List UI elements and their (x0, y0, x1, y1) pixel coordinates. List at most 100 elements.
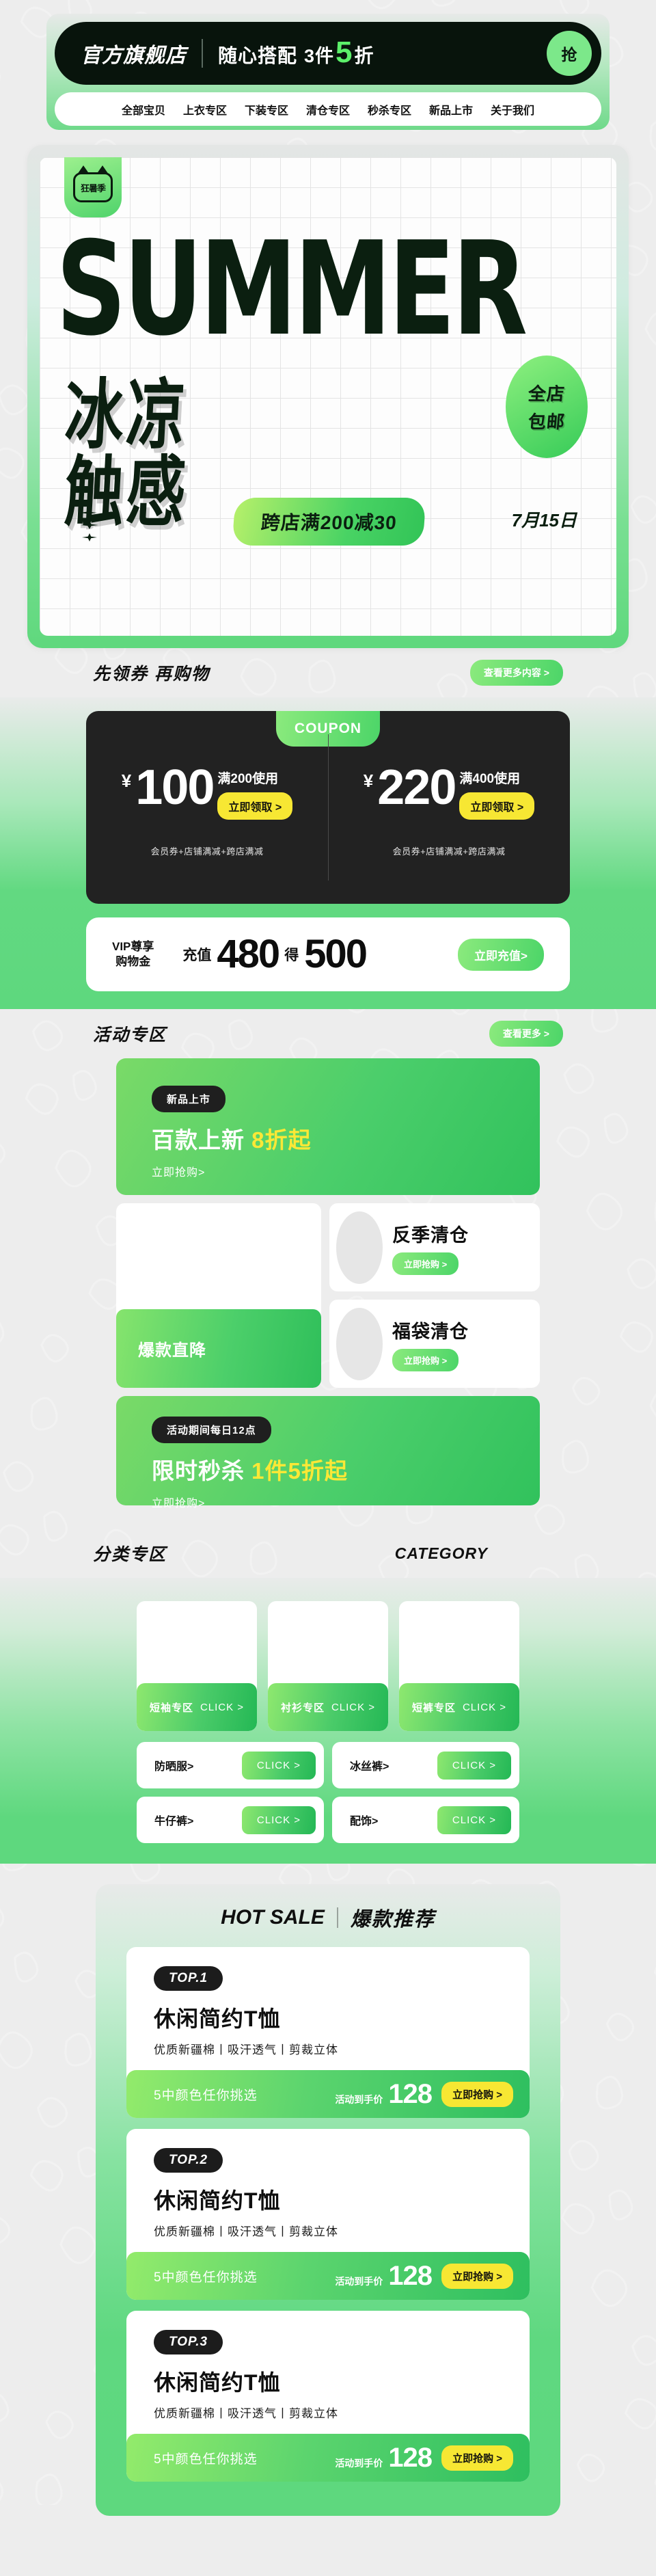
coupon-claim-button[interactable]: 立即领取 > (217, 792, 293, 820)
nav-item-clearance[interactable]: 清仓专区 (306, 101, 350, 118)
sparkle-icon (79, 509, 97, 517)
coupon-more-button[interactable]: 查看更多内容 > (469, 660, 563, 686)
product-buy-button[interactable]: 立即抢购 > (441, 2263, 513, 2289)
off-season-buy-button[interactable]: 立即抢购 > (392, 1252, 459, 1275)
lucky-bag-clearance-card[interactable]: 福袋清仓 立即抢购 > (329, 1300, 540, 1388)
hot-drop-card[interactable]: 爆款直降 (116, 1203, 321, 1388)
nav-item-bottoms[interactable]: 下装专区 (245, 101, 288, 118)
vip-pay-amount: 480 (217, 932, 280, 976)
site-header: 官方旗舰店 随心搭配 3件 5 折 抢 全部宝贝 上衣专区 下装专区 清仓专区 … (46, 14, 610, 130)
category-row-jeans[interactable]: 牛仔裤> CLICK > (137, 1797, 324, 1843)
nav-item-new-arrivals[interactable]: 新品上市 (429, 101, 473, 118)
product-card[interactable]: TOP.3 休闲简约T恤 优质新疆棉丨吸汗透气丨剪裁立体 5中颜色任你挑选 活动… (126, 2311, 530, 2482)
category-row-click-button[interactable]: CLICK > (437, 1806, 511, 1834)
hot-sale-header: HOT SALE 爆款推荐 (96, 1903, 560, 1932)
vip-label-line1: VIP尊享 (112, 939, 154, 953)
vip-label-line2: 购物金 (115, 955, 151, 968)
off-season-clearance-card[interactable]: 反季清仓 立即抢购 > (329, 1203, 540, 1291)
grab-button[interactable]: 抢 (547, 31, 592, 76)
off-season-title: 反季清仓 (392, 1224, 469, 1246)
product-price: 128 (388, 2443, 433, 2473)
hero-banner: 狂暑季 SUMMER 冰凉 触感 全店 包邮 跨店满200减30 7月15日 (27, 145, 629, 648)
nav-item-flash-sale[interactable]: 秒杀专区 (368, 101, 411, 118)
slogan-count: 3件 (304, 45, 335, 66)
free-shipping-line1: 全店 (527, 384, 566, 404)
product-footer: 5中颜色任你挑选 活动到手价 128 立即抢购 > (126, 2434, 530, 2482)
hot-sale-divider (336, 1907, 338, 1928)
new-arrivals-link[interactable]: 立即抢购> (152, 1163, 540, 1179)
product-description: 优质新疆棉丨吸汗透气丨剪裁立体 (154, 2407, 338, 2420)
category-tile-name: 短袖专区 (149, 1702, 193, 1714)
header-bar: 官方旗舰店 随心搭配 3件 5 折 抢 (55, 22, 601, 85)
hero-title-en: SUMMER (56, 214, 528, 365)
vip-label: VIP尊享 购物金 (112, 939, 154, 969)
product-price-group: 活动到手价 128 (335, 2443, 433, 2473)
header-divider (202, 39, 203, 68)
landing-page: 官方旗舰店 随心搭配 3件 5 折 抢 全部宝贝 上衣专区 下装专区 清仓专区 … (0, 0, 656, 2576)
product-buy-button[interactable]: 立即抢购 > (441, 2081, 513, 2107)
coupon-main-row: ¥ 220 满400使用 立即领取 > (364, 760, 535, 820)
coupon-note: 会员券+店铺满减+跨店满减 (150, 846, 264, 857)
category-row-ice-silk-pants[interactable]: 冰丝裤> CLICK > (332, 1742, 519, 1788)
category-tile-click: CLICK > (200, 1701, 245, 1713)
product-name: 休闲简约T恤 (154, 2188, 281, 2213)
season-badge: 狂暑季 (64, 157, 122, 217)
category-tile-click: CLICK > (462, 1701, 507, 1713)
vip-recharge-word: 充值 (182, 948, 212, 963)
product-description: 优质新疆棉丨吸汗透气丨剪裁立体 (154, 2043, 338, 2056)
sparkle-icon (82, 533, 97, 541)
coupon-condition: 满200使用 (217, 772, 279, 786)
vip-get-amount: 500 (304, 932, 368, 976)
category-row-click-button[interactable]: CLICK > (241, 1806, 316, 1834)
category-tile-shorts[interactable]: 短裤专区 CLICK > (399, 1601, 519, 1731)
category-row-accessories[interactable]: 配饰> CLICK > (332, 1797, 519, 1843)
hot-drop-label: 爆款直降 (138, 1341, 206, 1360)
flash-sale-link[interactable]: 立即抢购> (152, 1494, 540, 1510)
product-card[interactable]: TOP.1 休闲简约T恤 优质新疆棉丨吸汗透气丨剪裁立体 5中颜色任你挑选 活动… (126, 1947, 530, 2118)
hero-title-cn-line1: 冰凉 (62, 373, 191, 459)
nav-item-tops[interactable]: 上衣专区 (183, 101, 227, 118)
slogan-unit: 折 (354, 44, 374, 66)
coupon-claim-button[interactable]: 立即领取 > (459, 792, 535, 820)
product-image-placeholder (336, 1211, 383, 1284)
product-footer: 5中颜色任你挑选 活动到手价 128 立即抢购 > (126, 2252, 530, 2300)
category-tile-name: 衬衫专区 (280, 1702, 325, 1714)
category-row-sun-protection[interactable]: 防晒服> CLICK > (137, 1742, 324, 1788)
product-buy-button[interactable]: 立即抢购 > (441, 2445, 513, 2471)
coupon-note: 会员券+店铺满减+跨店满减 (392, 846, 506, 857)
vip-recharge-button[interactable]: 立即充值> (458, 938, 544, 971)
nav-item-all-products[interactable]: 全部宝贝 (122, 101, 165, 118)
category-row-label: 防晒服> (154, 1761, 194, 1773)
category-zone: 短袖专区 CLICK > 衬衫专区 CLICK > 短裤专区 CLICK > 防… (0, 1578, 656, 1864)
product-rank-badge: TOP.1 (154, 1966, 223, 1991)
new-arrivals-chip: 新品上市 (152, 1086, 226, 1112)
product-colors: 5中颜色任你挑选 (154, 2088, 258, 2103)
category-row-label: 配饰> (350, 1816, 379, 1827)
product-description: 优质新疆棉丨吸汗透气丨剪裁立体 (154, 2225, 338, 2238)
category-tile-short-sleeve[interactable]: 短袖专区 CLICK > (137, 1601, 257, 1731)
coupon-item: ¥ 220 满400使用 立即领取 > 会员券+店铺满减+跨店满减 (328, 711, 570, 904)
nav-item-about-us[interactable]: 关于我们 (491, 101, 534, 118)
category-row-click-button[interactable]: CLICK > (437, 1751, 511, 1780)
category-row-label: 冰丝裤> (350, 1761, 390, 1773)
product-card[interactable]: TOP.2 休闲简约T恤 优质新疆棉丨吸汗透气丨剪裁立体 5中颜色任你挑选 活动… (126, 2129, 530, 2300)
coupon-amount: 220 (377, 760, 456, 815)
activity-more-button[interactable]: 查看更多 > (489, 1021, 563, 1047)
product-name: 休闲简约T恤 (154, 2007, 281, 2031)
category-tile-footer: 短裤专区 CLICK > (399, 1683, 519, 1731)
new-arrivals-banner[interactable]: 新品上市 百款上新 8折起 立即抢购> (116, 1058, 540, 1195)
flash-sale-chip: 活动期间每日12点 (152, 1417, 271, 1443)
cat-ears-icon: 狂暑季 (73, 165, 113, 202)
category-tile-footer: 衬衫专区 CLICK > (268, 1683, 388, 1731)
category-section-header: 分类专区 CATEGORY (0, 1529, 656, 1578)
new-arrivals-title-highlight: 8折起 (251, 1127, 312, 1153)
category-row-label: 牛仔裤> (154, 1816, 194, 1827)
hero-promo-pill[interactable]: 跨店满200减30 (232, 498, 426, 546)
category-row-click-button[interactable]: CLICK > (241, 1751, 316, 1780)
coupon-card: COUPON ¥ 100 满200使用 立即领取 > 会员券+店铺满减+跨店满减… (86, 711, 570, 904)
product-image-placeholder (336, 1307, 383, 1380)
category-tile-shirt[interactable]: 衬衫专区 CLICK > (268, 1601, 388, 1731)
lucky-bag-buy-button[interactable]: 立即抢购 > (392, 1348, 459, 1371)
coupon-section-title: 先领券 再购物 (93, 665, 210, 684)
flash-sale-banner[interactable]: 活动期间每日12点 限时秒杀 1件5折起 立即抢购> (116, 1396, 540, 1510)
